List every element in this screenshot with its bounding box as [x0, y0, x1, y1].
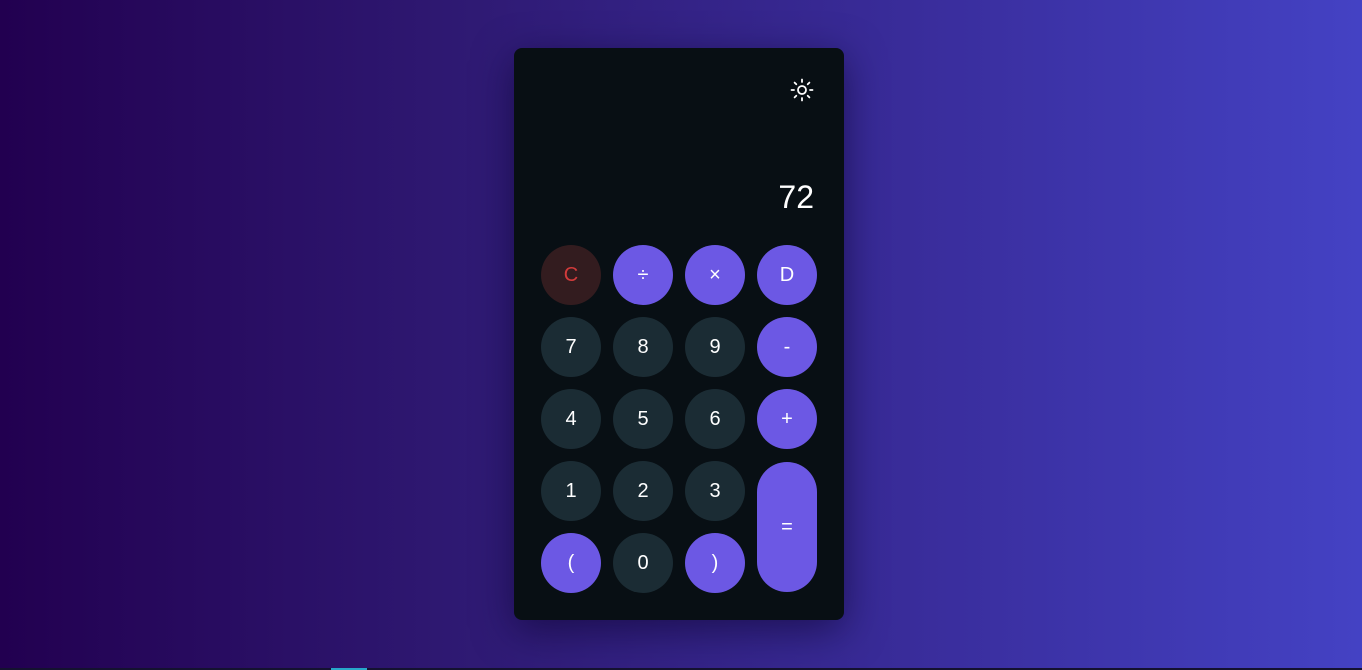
digit-7-button[interactable]: 7 — [541, 317, 601, 377]
delete-button[interactable]: D — [757, 245, 817, 305]
theme-toggle-button[interactable] — [790, 78, 814, 102]
clear-button[interactable]: C — [541, 245, 601, 305]
multiply-button[interactable]: × — [685, 245, 745, 305]
minus-button[interactable]: - — [757, 317, 817, 377]
digit-9-button[interactable]: 9 — [685, 317, 745, 377]
digit-4-button[interactable]: 4 — [541, 389, 601, 449]
digit-1-button[interactable]: 1 — [541, 461, 601, 521]
plus-button[interactable]: + — [757, 389, 817, 449]
result-display: 72 — [778, 179, 814, 215]
digit-6-button[interactable]: 6 — [685, 389, 745, 449]
divide-button[interactable]: ÷ — [613, 245, 673, 305]
equals-button[interactable]: = — [757, 462, 817, 592]
digit-0-button[interactable]: 0 — [613, 533, 673, 593]
calculator-panel: 72 C ÷ × D 7 8 9 - 4 5 6 + 1 2 3 = ( 0 ) — [514, 48, 844, 620]
digit-3-button[interactable]: 3 — [685, 461, 745, 521]
digit-8-button[interactable]: 8 — [613, 317, 673, 377]
open-paren-button[interactable]: ( — [541, 533, 601, 593]
digit-2-button[interactable]: 2 — [613, 461, 673, 521]
digit-5-button[interactable]: 5 — [613, 389, 673, 449]
close-paren-button[interactable]: ) — [685, 533, 745, 593]
sun-icon — [790, 78, 814, 102]
